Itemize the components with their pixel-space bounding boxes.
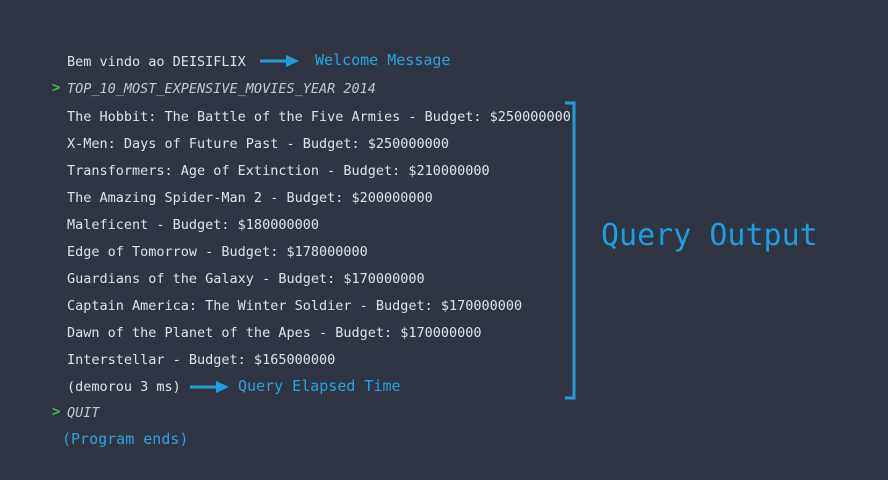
annotation-overlay	[190, 55, 576, 400]
elapsed-arrow-icon	[190, 381, 229, 393]
welcome-arrow-icon	[260, 55, 299, 67]
query-output-bracket-icon	[565, 101, 576, 400]
